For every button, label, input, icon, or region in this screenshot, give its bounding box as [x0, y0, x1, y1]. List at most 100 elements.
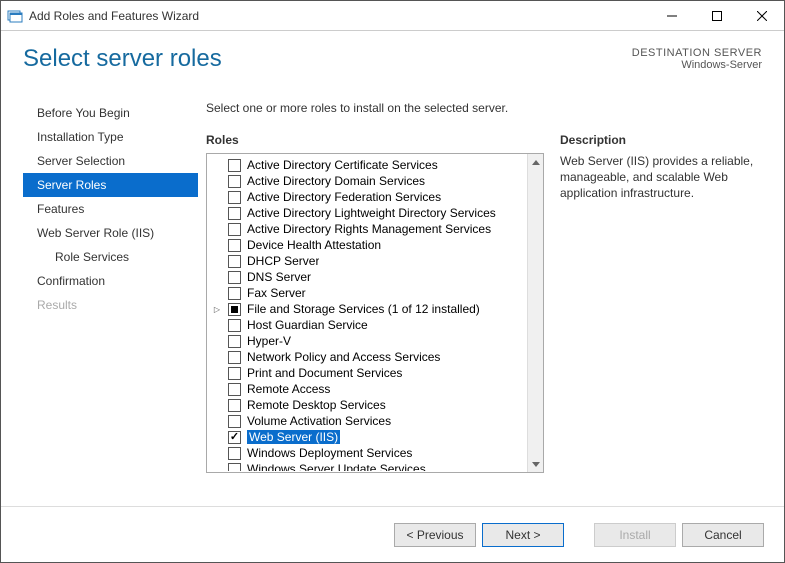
role-row[interactable]: Active Directory Domain Services: [218, 173, 524, 189]
role-checkbox[interactable]: [228, 367, 241, 380]
role-checkbox[interactable]: [228, 191, 241, 204]
destination-label: DESTINATION SERVER: [632, 47, 762, 59]
role-row[interactable]: Volume Activation Services: [218, 413, 524, 429]
roles-listbox: Active Directory Certificate Services Act…: [206, 153, 544, 473]
role-label: Active Directory Certificate Services: [247, 158, 438, 172]
role-checkbox[interactable]: [228, 175, 241, 188]
maximize-button[interactable]: [694, 1, 739, 30]
destination-value: Windows-Server: [632, 59, 762, 71]
role-row[interactable]: Active Directory Federation Services: [218, 189, 524, 205]
role-checkbox[interactable]: [228, 351, 241, 364]
main-panel: Select one or more roles to install on t…: [198, 101, 762, 506]
cancel-button[interactable]: Cancel: [682, 523, 764, 547]
sidebar-item: Results: [23, 293, 198, 317]
role-label: Hyper-V: [247, 334, 291, 348]
columns: Roles Active Directory Certificate Servi…: [206, 133, 762, 506]
role-row[interactable]: Hyper-V: [218, 333, 524, 349]
role-label: Web Server (IIS): [247, 430, 340, 444]
header-area: Select server roles DESTINATION SERVER W…: [1, 31, 784, 101]
next-button[interactable]: Next >: [482, 523, 564, 547]
role-label: Windows Deployment Services: [247, 446, 412, 460]
role-checkbox[interactable]: [228, 287, 241, 300]
sidebar-item[interactable]: Installation Type: [23, 125, 198, 149]
role-label: DNS Server: [247, 270, 311, 284]
destination-block: DESTINATION SERVER Windows-Server: [632, 45, 762, 101]
role-row[interactable]: Network Policy and Access Services: [218, 349, 524, 365]
role-label: File and Storage Services (1 of 12 insta…: [247, 302, 480, 316]
install-button: Install: [594, 523, 676, 547]
sidebar: Before You BeginInstallation TypeServer …: [23, 101, 198, 506]
role-row[interactable]: Active Directory Certificate Services: [218, 157, 524, 173]
role-label: Active Directory Domain Services: [247, 174, 425, 188]
roles-label: Roles: [206, 133, 544, 147]
roles-scroll[interactable]: Active Directory Certificate Services Act…: [208, 155, 526, 471]
role-label: Print and Document Services: [247, 366, 402, 380]
scroll-down-icon[interactable]: [528, 456, 544, 472]
role-checkbox[interactable]: [228, 383, 241, 396]
titlebar: Add Roles and Features Wizard: [1, 1, 784, 31]
role-label: Volume Activation Services: [247, 414, 391, 428]
role-checkbox[interactable]: [228, 271, 241, 284]
sidebar-item[interactable]: Confirmation: [23, 269, 198, 293]
role-checkbox[interactable]: [228, 239, 241, 252]
minimize-button[interactable]: [649, 1, 694, 30]
description-text: Web Server (IIS) provides a reliable, ma…: [560, 153, 762, 202]
scrollbar[interactable]: [527, 154, 543, 472]
expander-icon[interactable]: ▷: [212, 305, 222, 314]
role-checkbox[interactable]: [228, 335, 241, 348]
footer: < Previous Next > Install Cancel: [1, 506, 784, 562]
description-label: Description: [560, 133, 762, 147]
role-label: DHCP Server: [247, 254, 319, 268]
role-row[interactable]: Host Guardian Service: [218, 317, 524, 333]
sidebar-item[interactable]: Role Services: [23, 245, 198, 269]
sidebar-item[interactable]: Before You Begin: [23, 101, 198, 125]
role-row[interactable]: Fax Server: [218, 285, 524, 301]
close-button[interactable]: [739, 1, 784, 30]
role-row[interactable]: Remote Desktop Services: [218, 397, 524, 413]
role-checkbox[interactable]: [228, 319, 241, 332]
sidebar-item[interactable]: Server Roles: [23, 173, 198, 197]
role-label: Device Health Attestation: [247, 238, 381, 252]
scroll-up-icon[interactable]: [528, 154, 544, 170]
content: Select server roles DESTINATION SERVER W…: [1, 31, 784, 506]
app-icon: [7, 8, 23, 24]
role-row[interactable]: DHCP Server: [218, 253, 524, 269]
role-checkbox[interactable]: [228, 415, 241, 428]
role-row[interactable]: Windows Deployment Services: [218, 445, 524, 461]
role-checkbox[interactable]: [228, 223, 241, 236]
body-area: Before You BeginInstallation TypeServer …: [1, 101, 784, 506]
role-checkbox[interactable]: [228, 463, 241, 472]
role-label: Windows Server Update Services: [247, 462, 426, 471]
sidebar-item[interactable]: Features: [23, 197, 198, 221]
wizard-window: Add Roles and Features Wizard Select ser…: [0, 0, 785, 563]
intro-text: Select one or more roles to install on t…: [206, 101, 762, 115]
role-label: Remote Desktop Services: [247, 398, 386, 412]
sidebar-item[interactable]: Web Server Role (IIS): [23, 221, 198, 245]
role-label: Host Guardian Service: [247, 318, 368, 332]
role-row[interactable]: Web Server (IIS): [218, 429, 524, 445]
sidebar-item[interactable]: Server Selection: [23, 149, 198, 173]
role-row[interactable]: DNS Server: [218, 269, 524, 285]
role-row[interactable]: Active Directory Rights Management Servi…: [218, 221, 524, 237]
role-checkbox[interactable]: [228, 207, 241, 220]
role-checkbox[interactable]: [228, 399, 241, 412]
role-checkbox[interactable]: [228, 431, 241, 444]
description-column: Description Web Server (IIS) provides a …: [560, 133, 762, 506]
role-checkbox[interactable]: [228, 447, 241, 460]
role-row[interactable]: Active Directory Lightweight Directory S…: [218, 205, 524, 221]
role-label: Fax Server: [247, 286, 306, 300]
role-row[interactable]: ▷File and Storage Services (1 of 12 inst…: [218, 301, 524, 317]
role-row[interactable]: Print and Document Services: [218, 365, 524, 381]
page-title: Select server roles: [23, 45, 632, 101]
role-row[interactable]: Device Health Attestation: [218, 237, 524, 253]
role-checkbox[interactable]: [228, 159, 241, 172]
role-label: Network Policy and Access Services: [247, 350, 440, 364]
role-checkbox[interactable]: [228, 303, 241, 316]
roles-column: Roles Active Directory Certificate Servi…: [206, 133, 544, 506]
role-row[interactable]: Windows Server Update Services: [218, 461, 524, 471]
window-buttons: [649, 1, 784, 30]
role-checkbox[interactable]: [228, 255, 241, 268]
previous-button[interactable]: < Previous: [394, 523, 476, 547]
role-row[interactable]: Remote Access: [218, 381, 524, 397]
role-label: Active Directory Rights Management Servi…: [247, 222, 491, 236]
